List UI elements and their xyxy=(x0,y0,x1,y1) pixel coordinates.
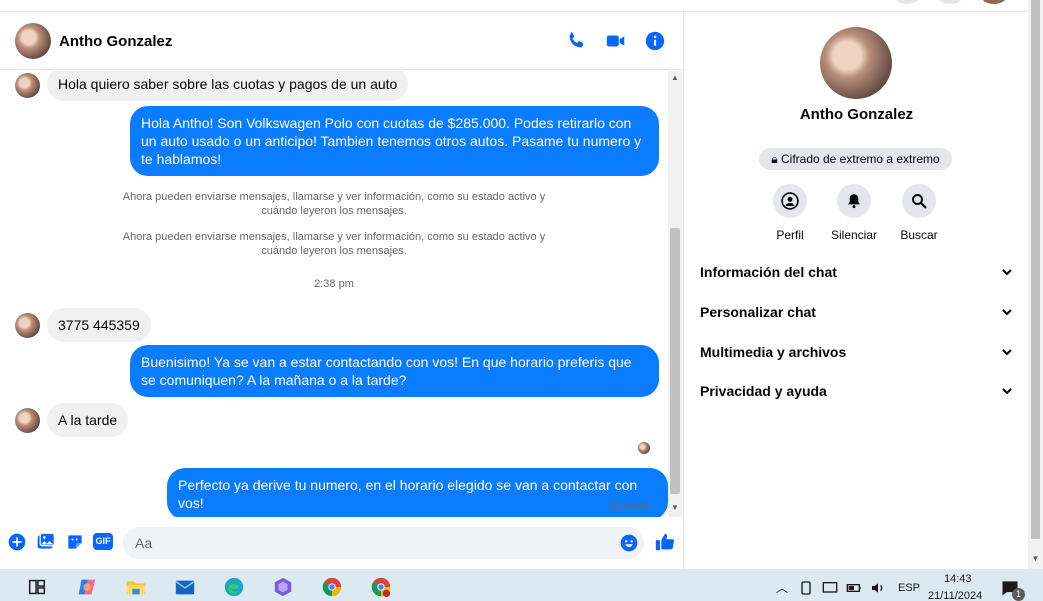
sender-avatar[interactable] xyxy=(15,408,40,433)
plus-icon[interactable] xyxy=(7,532,27,552)
messenger-window: Antho Gonzalez Hola quiero saber sobre l… xyxy=(0,0,1043,601)
sticker-icon[interactable] xyxy=(65,532,85,552)
contact-name[interactable]: Antho Gonzalez xyxy=(59,33,172,50)
volume-icon[interactable] xyxy=(870,580,886,596)
file-explorer-icon[interactable] xyxy=(125,576,147,598)
page-scroll-down-arrow-icon[interactable]: ▼ xyxy=(1028,554,1043,566)
section-label: Personalizar chat xyxy=(700,304,816,320)
system-notice: Ahora pueden enviarse mensajes, llamarse… xyxy=(122,231,546,257)
system-notice: Ahora pueden enviarse mensajes, llamarse… xyxy=(122,191,546,217)
chat-info-panel: Antho Gonzalez 🔒︎ Cifrado de extremo a e… xyxy=(685,12,1028,569)
clock-date[interactable]: 21/11/2024 xyxy=(928,590,982,601)
battery-icon[interactable] xyxy=(846,580,862,596)
top-strip xyxy=(0,0,1028,12)
profile-label: Perfil xyxy=(776,228,804,242)
chrome-icon[interactable] xyxy=(321,576,343,598)
message-outgoing[interactable]: Buenisimo! Ya se van a estar contactando… xyxy=(130,345,659,397)
scroll-thumb[interactable] xyxy=(670,228,680,494)
message-list: Hola quiero saber sobre las cuotas y pag… xyxy=(0,71,668,517)
encryption-badge[interactable]: 🔒︎ Cifrado de extremo a extremo xyxy=(759,148,952,170)
section-label: Multimedia y archivos xyxy=(700,344,847,360)
chevron-down-icon xyxy=(1002,269,1012,276)
phone-call-icon[interactable] xyxy=(565,30,587,52)
message-status: Enviado xyxy=(610,500,650,512)
chat-panel: Antho Gonzalez Hola quiero saber sobre l… xyxy=(0,12,684,569)
profile-button[interactable]: Perfil xyxy=(755,184,825,242)
windows-taskbar: ︿ ESP 14:43 21/11/2024 1 xyxy=(0,569,1043,601)
search-label: Buscar xyxy=(900,228,938,242)
message-incoming[interactable]: Hola quiero saber sobre las cuotas y pag… xyxy=(47,71,409,101)
message-outgoing[interactable]: Hola Antho! Son Volkswagen Polo con cuot… xyxy=(130,106,659,176)
chat-scrollbar[interactable]: ▲ ▼ xyxy=(668,71,682,517)
mute-label: Silenciar xyxy=(830,228,878,242)
tray-monitor-icon[interactable] xyxy=(822,580,838,596)
section-privacy-help[interactable]: Privacidad y ayuda xyxy=(700,376,1013,406)
like-thumb-icon[interactable] xyxy=(654,531,676,553)
sender-avatar[interactable] xyxy=(15,73,40,98)
composer: GIF xyxy=(0,522,684,562)
scroll-down-arrow-icon[interactable]: ▼ xyxy=(668,501,682,515)
search-icon xyxy=(912,194,927,209)
chevron-down-icon xyxy=(1002,388,1012,395)
message-input-box[interactable] xyxy=(123,527,644,559)
page-scroll-thumb[interactable] xyxy=(1031,0,1040,539)
task-view-icon[interactable] xyxy=(26,576,48,598)
user-circle-icon xyxy=(781,192,799,210)
message-incoming[interactable]: 3775 445359 xyxy=(47,308,151,342)
gif-icon[interactable]: GIF xyxy=(93,533,113,550)
profile-avatar[interactable] xyxy=(820,27,892,99)
section-label: Información del chat xyxy=(700,264,837,280)
mail-icon[interactable] xyxy=(174,576,196,598)
section-customize-chat[interactable]: Personalizar chat xyxy=(700,297,1013,327)
notification-count-badge: 1 xyxy=(1012,588,1025,601)
photo-icon[interactable] xyxy=(36,532,56,552)
section-media-files[interactable]: Multimedia y archivos xyxy=(700,337,1013,367)
sender-avatar[interactable] xyxy=(15,313,40,338)
clock-time[interactable]: 14:43 xyxy=(944,573,972,585)
chevron-down-icon xyxy=(1002,309,1012,316)
encryption-label: Cifrado de extremo a extremo xyxy=(780,152,940,166)
emoji-icon[interactable] xyxy=(619,533,639,553)
chat-header: Antho Gonzalez xyxy=(0,12,684,70)
tray-device-icon[interactable] xyxy=(798,580,814,596)
message-incoming[interactable]: A la tarde xyxy=(47,403,129,437)
chevron-down-icon xyxy=(1002,349,1012,356)
search-button[interactable]: Buscar xyxy=(884,184,954,242)
seen-indicator-avatar xyxy=(638,442,650,454)
mute-circle xyxy=(837,184,871,218)
video-call-icon[interactable] xyxy=(605,30,627,52)
lock-icon: 🔒︎ xyxy=(771,152,778,166)
language-indicator[interactable]: ESP xyxy=(898,582,920,594)
message-outgoing[interactable]: Perfecto ya derive tu numero, en el hora… xyxy=(167,468,668,517)
page-scrollbar[interactable]: ▼ xyxy=(1028,0,1043,569)
section-chat-info[interactable]: Información del chat xyxy=(700,257,1013,287)
scroll-up-arrow-icon[interactable]: ▲ xyxy=(668,71,682,85)
info-icon[interactable] xyxy=(644,30,666,52)
mute-button[interactable]: Silenciar xyxy=(819,184,889,242)
message-input[interactable] xyxy=(135,533,605,553)
profile-circle xyxy=(773,184,807,218)
top-menu-icon[interactable] xyxy=(893,0,921,4)
profile-name: Antho Gonzalez xyxy=(799,106,914,123)
tray-overflow-chevron-icon[interactable]: ︿ xyxy=(776,579,788,596)
edge-browser-icon[interactable] xyxy=(223,576,245,598)
top-account-avatar[interactable] xyxy=(980,0,1008,4)
copilot-icon[interactable] xyxy=(76,576,98,598)
bell-icon xyxy=(848,194,860,209)
contact-avatar[interactable] xyxy=(15,23,51,59)
section-label: Privacidad y ayuda xyxy=(700,383,827,399)
search-circle xyxy=(902,184,936,218)
timestamp: 2:38 pm xyxy=(314,278,354,290)
chrome-profile-icon[interactable] xyxy=(370,576,392,598)
top-notifications-icon[interactable] xyxy=(936,0,964,4)
teams-icon[interactable] xyxy=(272,576,294,598)
